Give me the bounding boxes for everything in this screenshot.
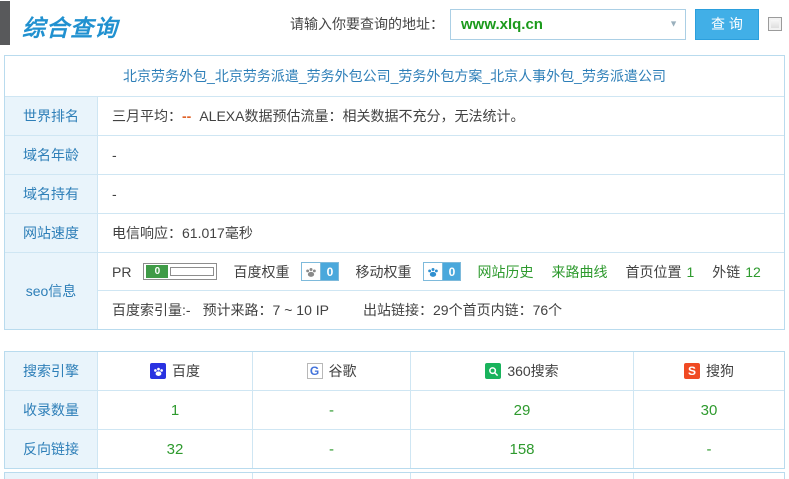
row-label-indexed: 收录数量	[5, 391, 98, 429]
table-row-world-rank: 世界排名 三月平均： -- ALEXA数据预估流量：相关数据不充分，无法统计。	[5, 97, 784, 136]
engine-baidu: 百度	[98, 352, 253, 390]
page-title: 综合查询	[22, 9, 118, 43]
row-label-search-engines: 搜索引擎	[5, 352, 98, 390]
pr-track	[170, 267, 214, 276]
estimated-traffic: 预计来路：7 ~ 10 IP	[203, 300, 329, 320]
pr-meter: 0	[143, 263, 217, 280]
baidu-weight-label: 百度权重	[233, 262, 289, 282]
mobile-weight-badge[interactable]: 0	[423, 262, 461, 281]
360-magnifier-icon	[485, 363, 501, 379]
mobile-weight-label: 移动权重	[355, 262, 411, 282]
row-label-backlinks: 反向链接	[5, 430, 98, 468]
outbound-links: 出站链接：29个首页内链：76个	[363, 300, 562, 320]
world-rank-note: ALEXA数据预估流量：相关数据不充分，无法统计。	[199, 106, 524, 126]
world-rank-prefix: 三月平均：	[112, 106, 182, 126]
domain-age-value: -	[98, 136, 784, 174]
engine-name: 搜狗	[706, 361, 734, 381]
google-g-icon: G	[307, 363, 323, 379]
table-row-site-speed: 网站速度 电信响应：61.017毫秒	[5, 214, 784, 253]
sogou-s-icon: S	[684, 363, 700, 379]
backlinks-row: 反向链接 32 - 158 -	[5, 430, 784, 468]
paw-icon	[424, 263, 442, 280]
home-position-label: 首页位置	[625, 262, 681, 282]
engine-360: 360搜索	[411, 352, 634, 390]
row-label-seo: seo信息	[5, 253, 98, 329]
mobile-weight-value: 0	[442, 263, 460, 280]
home-position-value[interactable]: 1	[686, 264, 694, 280]
search-label: 请输入你要查询的地址：	[290, 14, 444, 34]
pr-value-badge: 0	[146, 265, 168, 278]
baidu-weight-value: 0	[320, 263, 338, 280]
site-speed-value: 电信响应：61.017毫秒	[98, 214, 784, 252]
backlinks-google: -	[329, 441, 334, 458]
domain-holder-value: -	[98, 175, 784, 213]
indexed-sogou[interactable]: 30	[701, 402, 718, 419]
baidu-index-value: -	[186, 302, 191, 318]
query-button[interactable]: 查 询	[695, 9, 759, 40]
traffic-curve-link[interactable]: 来路曲线	[551, 262, 607, 282]
world-rank-dashes: --	[182, 108, 191, 124]
search-area: 请输入你要查询的地址： ▼ 查 询	[290, 8, 782, 40]
baidu-paw-icon	[150, 363, 166, 379]
engine-header-row: 搜索引擎 百度 G 谷歌 360搜索 S 搜狗	[5, 352, 784, 391]
world-rank-value: 三月平均： -- ALEXA数据预估流量：相关数据不充分，无法统计。	[98, 97, 784, 135]
row-label-site-speed: 网站速度	[5, 214, 98, 252]
backlinks-sogou: -	[707, 441, 712, 458]
outlink-label: 外链	[712, 262, 740, 282]
engine-name: 百度	[172, 361, 200, 381]
pr-label: PR	[112, 264, 131, 280]
indexed-360[interactable]: 29	[514, 402, 531, 419]
engine-name: 360搜索	[507, 361, 558, 381]
baidu-index-label: 百度索引量:	[112, 300, 186, 320]
row-label-domain-holder: 域名持有	[5, 175, 98, 213]
baidu-weight-badge[interactable]: 0	[301, 262, 339, 281]
site-title: 北京劳务外包_北京劳务派遣_劳务外包公司_劳务外包方案_北京人事外包_劳务派遣公…	[5, 56, 784, 97]
outlink-value[interactable]: 12	[745, 264, 761, 280]
header-accent-bar	[0, 1, 10, 45]
search-input-wrap: ▼	[450, 9, 686, 40]
search-input[interactable]	[451, 10, 685, 39]
table-row-domain-age: 域名年龄 -	[5, 136, 784, 175]
indexed-count-row: 收录数量 1 - 29 30	[5, 391, 784, 430]
chevron-down-icon[interactable]: ▼	[669, 19, 678, 29]
engine-google: G 谷歌	[253, 352, 411, 390]
engine-table: 搜索引擎 百度 G 谷歌 360搜索 S 搜狗 收录数量 1 - 29 30 反	[4, 351, 785, 469]
site-history-link[interactable]: 网站历史	[477, 262, 533, 282]
seo-line-1: PR 0 百度权重 0 移动权重 0	[98, 253, 784, 291]
row-label-domain-age: 域名年龄	[5, 136, 98, 174]
backlinks-360[interactable]: 158	[509, 441, 534, 458]
row-label-world-rank: 世界排名	[5, 97, 98, 135]
next-table-top-edge	[4, 472, 785, 479]
header: 综合查询 请输入你要查询的地址： ▼ 查 询	[0, 0, 789, 48]
indexed-google: -	[329, 402, 334, 419]
seo-line-2: 百度索引量: - 预计来路：7 ~ 10 IP 出站链接：29个首页内链：76个	[98, 291, 784, 329]
table-row-seo: seo信息 PR 0 百度权重 0 移动权重	[5, 253, 784, 329]
checkbox[interactable]	[768, 17, 782, 31]
info-table: 北京劳务外包_北京劳务派遣_劳务外包公司_劳务外包方案_北京人事外包_劳务派遣公…	[4, 55, 785, 330]
seo-content: PR 0 百度权重 0 移动权重 0	[98, 253, 784, 329]
table-row-domain-holder: 域名持有 -	[5, 175, 784, 214]
paw-icon	[302, 263, 320, 280]
backlinks-baidu[interactable]: 32	[167, 441, 184, 458]
indexed-baidu[interactable]: 1	[171, 402, 179, 419]
engine-name: 谷歌	[329, 361, 357, 381]
engine-sogou: S 搜狗	[634, 352, 784, 390]
